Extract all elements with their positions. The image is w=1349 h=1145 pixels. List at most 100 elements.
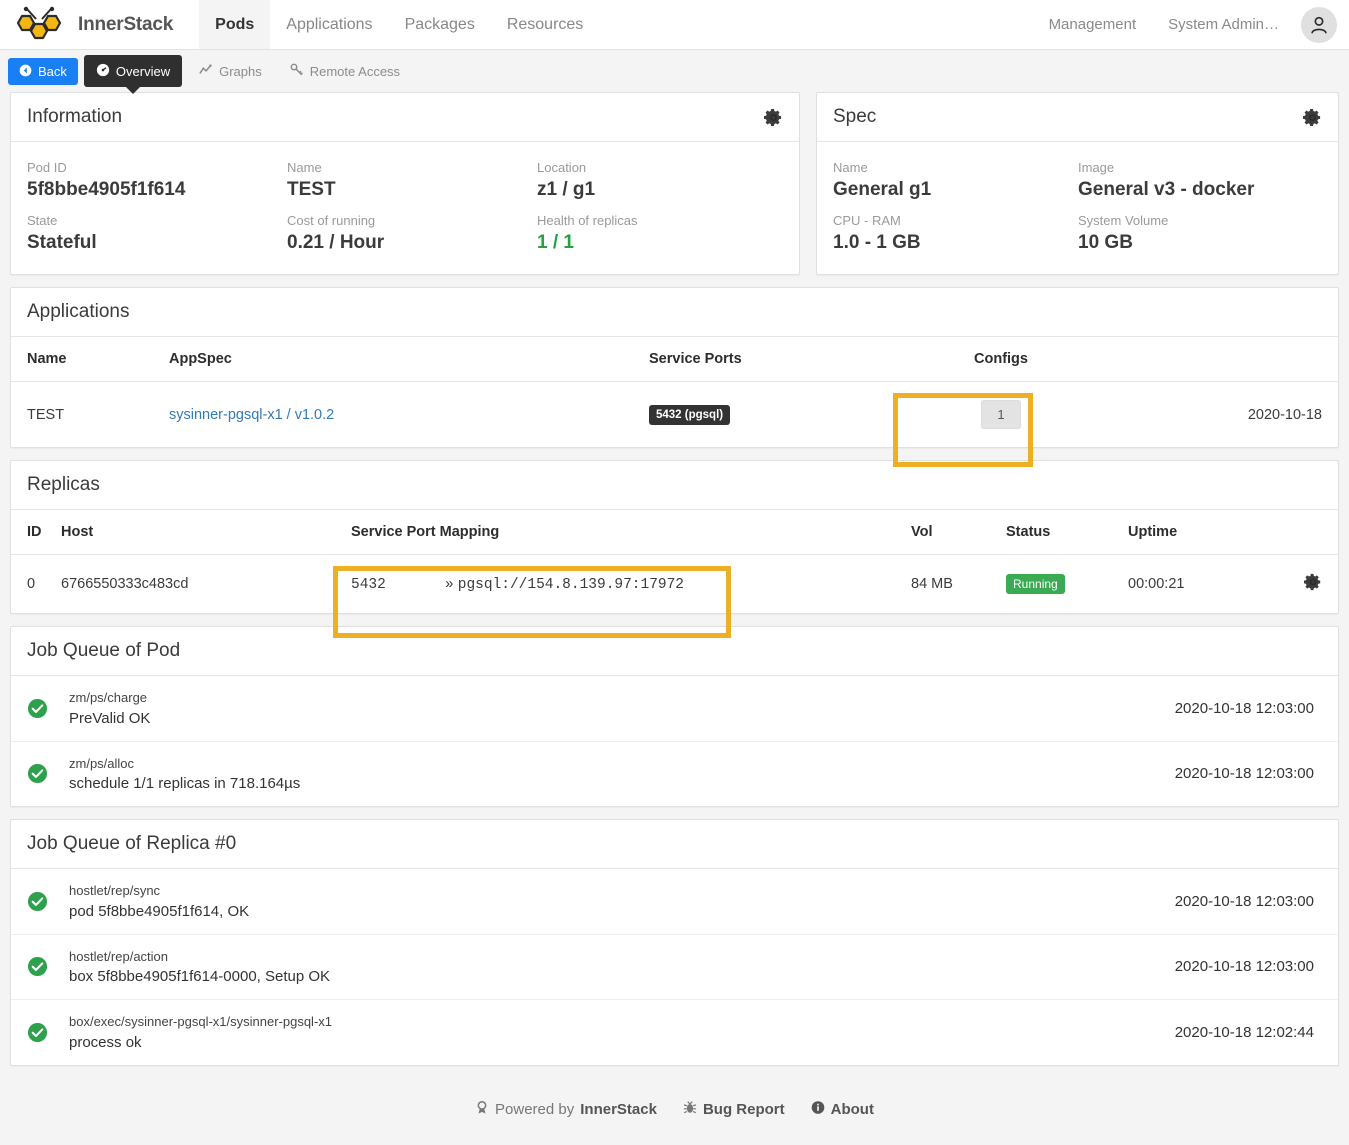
summary-panels-row: Information Pod ID 5f8bbe4905f1f614 Name… <box>10 92 1339 287</box>
spec-gear-icon[interactable] <box>1303 108 1322 127</box>
replicas-table-head: ID Host Service Port Mapping Vol Status … <box>11 510 1338 555</box>
key-icon <box>290 63 304 79</box>
rep-row-port-mapping-cell: 5432 » pgsql://154.8.139.97:17972 <box>343 555 903 614</box>
brand-name[interactable]: InnerStack <box>78 0 199 49</box>
nav-item-packages[interactable]: Packages <box>389 0 491 49</box>
app-row-appspec-cell: sysinner-pgsql-x1 / v1.0.2 <box>161 382 641 448</box>
spec-field-system-volume-label: System Volume <box>1078 213 1169 228</box>
spec-field-system-volume: System Volume 10 GB <box>1062 205 1323 258</box>
info-field-cost-label: Cost of running <box>287 213 376 228</box>
app-row-name: TEST <box>27 406 65 423</box>
nav-item-management[interactable]: Management <box>1033 16 1153 33</box>
info-field-health-value: 1 / 1 <box>537 232 574 253</box>
tab-overview[interactable]: Overview <box>83 55 183 87</box>
back-button-label: Back <box>38 63 67 79</box>
col-rep-vol: Vol <box>903 510 998 555</box>
job-timestamp: 2020-10-18 12:03:00 <box>1174 892 1314 910</box>
job-name: zm/ps/alloc <box>69 755 135 771</box>
col-app-date <box>1071 337 1338 382</box>
tab-remote-access[interactable]: Remote Access <box>279 57 411 85</box>
nav-item-system-admin[interactable]: System Admin… <box>1152 16 1295 33</box>
page-footer: Powered by InnerStack Bug Report About <box>0 1078 1349 1137</box>
app-row-date: 2020-10-18 <box>1247 406 1322 423</box>
back-button[interactable]: Back <box>8 57 78 85</box>
avatar-person-icon <box>1311 16 1327 34</box>
information-fields: Pod ID 5f8bbe4905f1f614 Name TEST Locati… <box>11 142 799 274</box>
nav-item-resources[interactable]: Resources <box>491 0 599 49</box>
configs-count-button[interactable]: 1 <box>981 400 1021 429</box>
info-circle-icon <box>811 1100 825 1119</box>
info-field-cost: Cost of running 0.21 / Hour <box>271 205 521 258</box>
powered-by-brand: InnerStack <box>580 1100 657 1118</box>
col-app-configs: Configs <box>931 337 1071 382</box>
rep-row-status-cell: Running <box>998 555 1120 614</box>
app-row-service-ports-cell: 5432 (pgsql) <box>641 382 931 448</box>
bug-report-link[interactable]: Bug Report <box>683 1100 785 1119</box>
info-field-location-value: z1 / g1 <box>537 179 596 200</box>
job-timestamp: 2020-10-18 12:03:00 <box>1174 958 1314 976</box>
info-field-health: Health of replicas 1 / 1 <box>521 205 784 258</box>
powered-by-item: Powered by InnerStack <box>475 1100 657 1119</box>
rep-port-source: 5432 <box>351 576 386 593</box>
appspec-link[interactable]: sysinner-pgsql-x1 / v1.0.2 <box>169 407 334 423</box>
applications-table-body: TEST sysinner-pgsql-x1 / v1.0.2 5432 (pg… <box>11 382 1338 448</box>
info-field-pod-id-label: Pod ID <box>27 160 67 175</box>
rep-row-actions-cell <box>1220 555 1338 614</box>
award-icon <box>475 1100 489 1119</box>
col-rep-actions <box>1220 510 1338 555</box>
spec-field-image-label: Image <box>1078 160 1115 175</box>
app-row-configs-cell: 1 <box>931 382 1071 448</box>
nav-item-applications[interactable]: Applications <box>270 0 388 49</box>
replicas-header-row: ID Host Service Port Mapping Vol Status … <box>11 510 1338 555</box>
list-item: hostlet/rep/sync pod 5f8bbe4905f1f614, O… <box>11 869 1338 935</box>
info-field-state: State Stateful <box>11 205 271 258</box>
col-rep-host: Host <box>53 510 343 555</box>
information-gear-icon[interactable] <box>764 108 783 127</box>
tab-graphs[interactable]: Graphs <box>188 57 273 85</box>
spec-field-name-value: General g1 <box>833 179 932 200</box>
info-field-state-label: State <box>27 213 58 228</box>
applications-header-row: Name AppSpec Service Ports Configs <box>11 337 1338 382</box>
bee-hexagon-logo[interactable] <box>0 0 78 49</box>
list-item-text: hostlet/rep/sync pod 5f8bbe4905f1f614, O… <box>69 881 1175 922</box>
applications-panel-header: Applications <box>11 288 1338 337</box>
job-queue-pod-panel: Job Queue of Pod zm/ps/charge PreValid O… <box>10 626 1339 807</box>
replicas-table-body: 0 6766550333c483cd 5432 » pgsql://154.8.… <box>11 555 1338 614</box>
info-field-name-label: Name <box>287 160 322 175</box>
spec-fields: Name General g1 Image General v3 - docke… <box>817 142 1338 274</box>
rep-row-vol: 84 MB <box>911 576 953 592</box>
replica-gear-icon[interactable] <box>1304 573 1322 595</box>
job-name: zm/ps/charge <box>69 690 148 705</box>
applications-panel-title: Applications <box>27 301 130 322</box>
user-avatar-icon[interactable] <box>1301 6 1337 43</box>
list-item: zm/ps/charge PreValid OK 2020-10-18 12:0… <box>11 676 1338 742</box>
col-rep-status: Status <box>998 510 1120 555</box>
rep-row-host: 6766550333c483cd <box>61 576 189 592</box>
service-port-badge: 5432 (pgsql) <box>649 404 731 425</box>
rep-port-arrow-icon: » <box>445 576 454 593</box>
spec-field-name-label: Name <box>833 160 868 175</box>
spec-field-cpu-ram-label: CPU - RAM <box>833 213 901 228</box>
nav-item-pods[interactable]: Pods <box>199 0 271 49</box>
replicas-table: ID Host Service Port Mapping Vol Status … <box>11 510 1338 613</box>
spec-field-name: Name General g1 <box>817 152 1062 205</box>
tab-graphs-label: Graphs <box>219 63 262 79</box>
chevron-left-circle-icon <box>19 64 32 79</box>
rep-port-destination: pgsql://154.8.139.97:17972 <box>457 576 685 593</box>
info-field-name: Name TEST <box>271 152 521 205</box>
page-title: Information <box>27 106 123 127</box>
col-app-name: Name <box>11 337 161 382</box>
spec-panel-title: Spec <box>833 106 877 127</box>
col-app-appspec: AppSpec <box>161 337 641 382</box>
about-link[interactable]: About <box>811 1100 874 1119</box>
check-circle-icon <box>27 891 69 912</box>
job-timestamp: 2020-10-18 12:03:00 <box>1174 765 1314 783</box>
navbar-right-group: Management System Admin… <box>1033 0 1349 49</box>
top-navbar: InnerStack Pods Applications Packages Re… <box>0 0 1349 50</box>
powered-by-prefix: Powered by <box>495 1100 575 1118</box>
page-toolbar: Back Overview Graphs Remote Access <box>0 50 1349 92</box>
check-circle-icon <box>27 763 69 784</box>
list-item-text: hostlet/rep/action box 5f8bbe4905f1f614-… <box>69 947 1175 988</box>
info-field-cost-value: 0.21 / Hour <box>287 232 385 253</box>
job-name: hostlet/rep/sync <box>69 883 161 898</box>
